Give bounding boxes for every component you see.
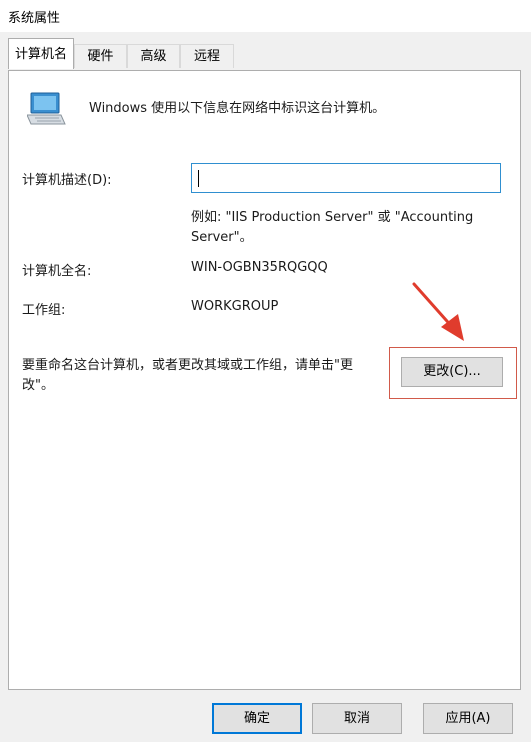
intro-text: Windows 使用以下信息在网络中标识这台计算机。: [89, 101, 386, 116]
full-name-value: WIN-OGBN35RQGQQ: [191, 260, 328, 275]
tab-computer-name[interactable]: 计算机名: [8, 38, 74, 69]
computer-name-panel: Windows 使用以下信息在网络中标识这台计算机。 计算机描述(D): 例如:…: [8, 70, 521, 690]
title-bar: 系统属性: [0, 0, 531, 32]
ok-button[interactable]: 确定: [212, 703, 302, 734]
text-caret: [198, 170, 199, 187]
computer-icon: [27, 92, 66, 125]
computer-description-label: 计算机描述(D):: [22, 173, 112, 188]
tab-remote[interactable]: 远程: [180, 44, 234, 68]
cancel-button[interactable]: 取消: [312, 703, 402, 734]
change-button[interactable]: 更改(C)...: [401, 357, 503, 387]
apply-button[interactable]: 应用(A): [423, 703, 513, 734]
tab-strip: 计算机名 硬件 高级 远程: [0, 38, 531, 72]
tab-advanced[interactable]: 高级: [127, 44, 180, 68]
rename-instruction-line-1: 要重命名这台计算机，或者更改其域或工作组，请单击"更: [22, 358, 353, 373]
description-example-line-1: 例如: "IIS Production Server" 或 "Accountin…: [191, 210, 474, 225]
workgroup-value: WORKGROUP: [191, 299, 279, 314]
change-button-highlight: 更改(C)...: [389, 347, 517, 399]
workgroup-label: 工作组:: [22, 303, 66, 318]
full-name-label: 计算机全名:: [22, 264, 92, 279]
computer-description-input[interactable]: [191, 163, 501, 193]
window-title: 系统属性: [8, 11, 61, 26]
description-example-line-2: Server"。: [191, 230, 253, 245]
rename-instruction-line-2: 改"。: [22, 378, 54, 393]
tab-hardware[interactable]: 硬件: [74, 44, 127, 68]
